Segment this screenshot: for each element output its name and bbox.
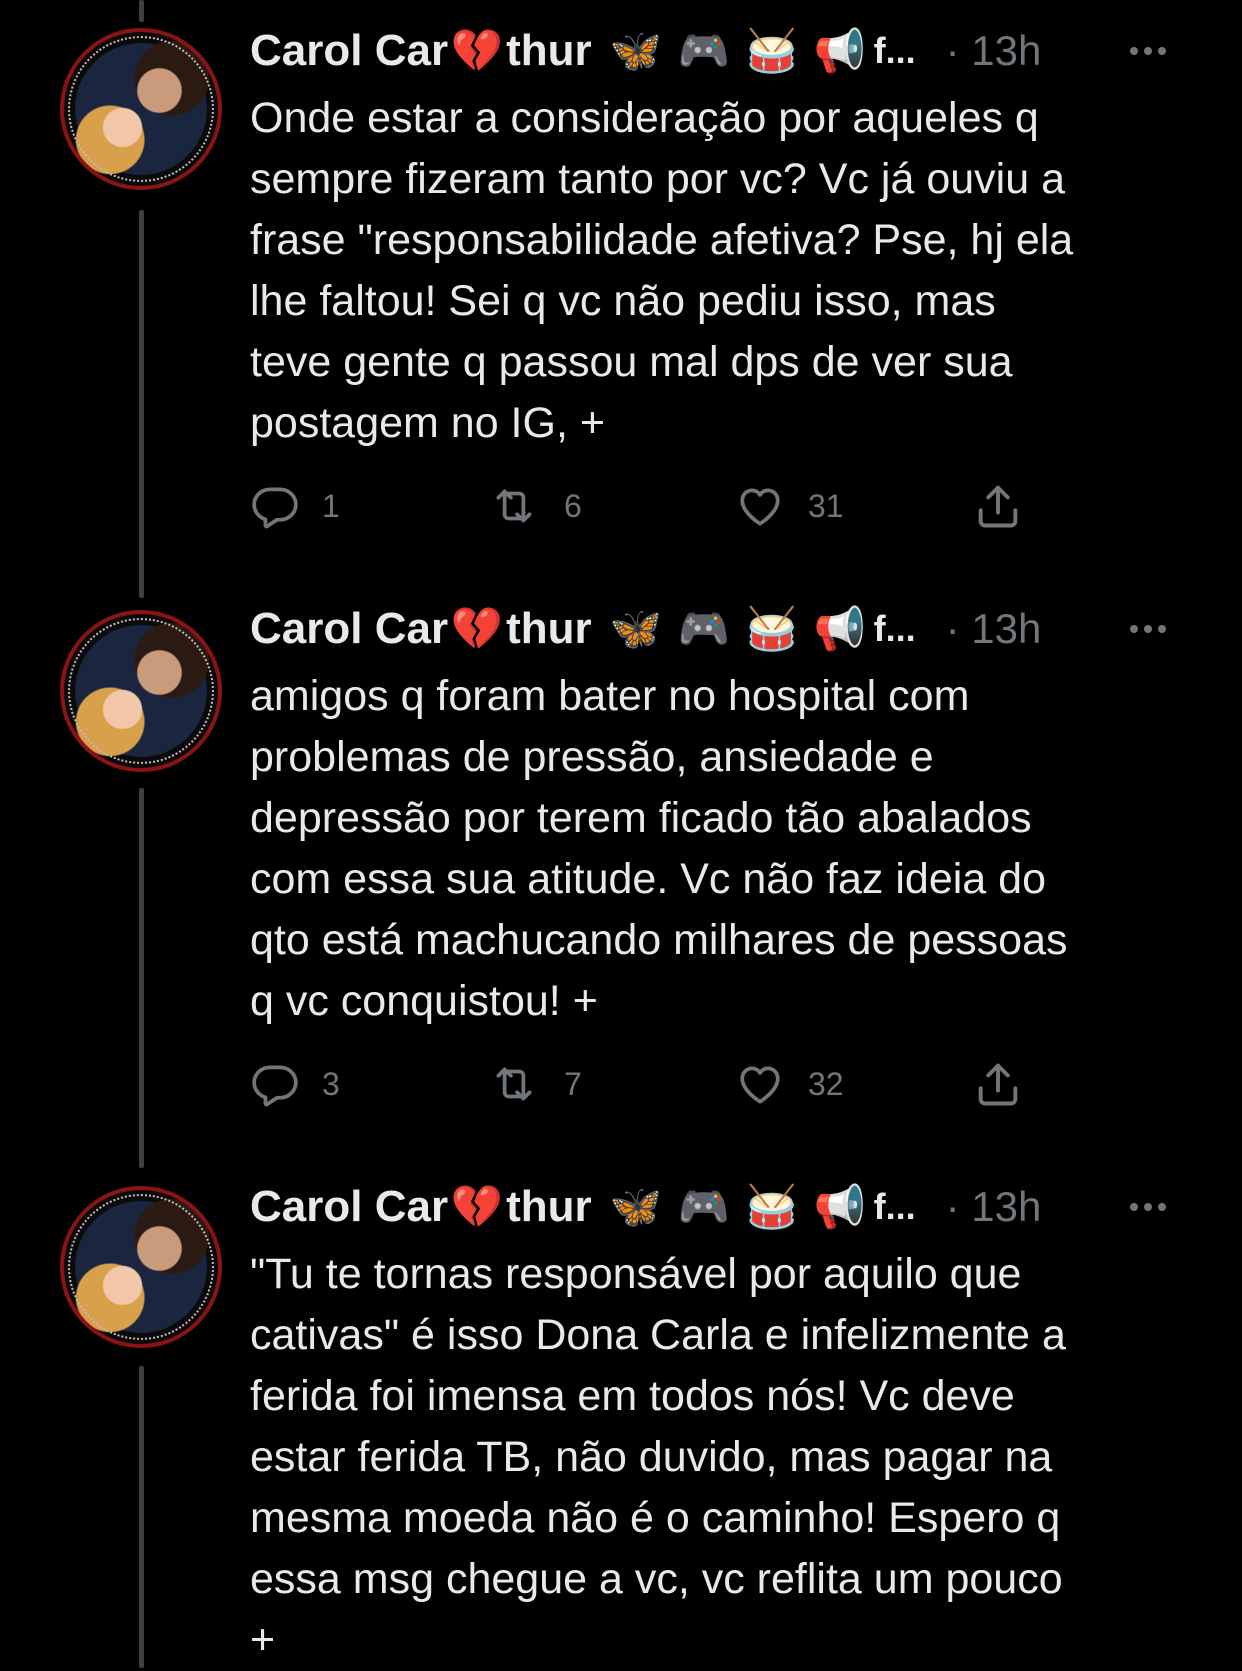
reply-button[interactable]: 3 — [250, 1054, 340, 1114]
author-name-start: Carol Car — [250, 1182, 449, 1231]
share-button[interactable] — [972, 1054, 1024, 1114]
like-count: 32 — [808, 1065, 844, 1102]
megaphone-icon: 📢 — [813, 604, 866, 652]
author-name[interactable]: Carol Car 💔 thur — [250, 604, 592, 654]
tweet-header: Carol Car 💔 thur 🦋 🎮 🥁 📢 f... · 13h — [250, 18, 1041, 84]
avatar[interactable] — [60, 610, 222, 772]
retweet-button[interactable]: 7 — [486, 1054, 582, 1114]
butterfly-icon: 🦋 — [609, 604, 662, 652]
retweet-icon — [496, 489, 532, 523]
thread-line-top — [139, 0, 144, 22]
tweet-2[interactable]: Carol Car 💔 thur 🦋 🎮 🥁 📢 f... · 13h amigos… — [0, 578, 1242, 1168]
drum-icon: 🥁 — [745, 604, 798, 652]
like-button[interactable]: 31 — [734, 476, 844, 536]
retweet-button[interactable]: 6 — [486, 476, 582, 536]
avatar-ring — [68, 618, 214, 764]
more-icon[interactable] — [1130, 596, 1166, 662]
butterfly-icon: 🦋 — [609, 1182, 662, 1230]
tweet-header: Carol Car 💔 thur 🦋 🎮 🥁 📢 f... · 13h — [250, 596, 1041, 662]
tweet-actions: 1 6 31 — [250, 476, 1050, 536]
tweet-1[interactable]: Carol Car 💔 thur 🦋 🎮 🥁 📢 f... · 13h Onde e… — [0, 0, 1242, 598]
author-name[interactable]: Carol Car 💔 thur — [250, 26, 592, 76]
author-name[interactable]: Carol Car 💔 thur — [250, 1182, 592, 1232]
avatar[interactable] — [60, 28, 222, 190]
thread-line — [139, 1366, 144, 1668]
retweet-icon — [496, 1067, 532, 1101]
gamepad-icon: 🎮 — [677, 604, 730, 652]
avatar[interactable] — [60, 1186, 222, 1348]
name-badges: 🦋 🎮 🥁 📢 — [608, 25, 868, 77]
megaphone-icon: 📢 — [813, 1182, 866, 1230]
author-name-end: thur — [506, 604, 592, 653]
tweet-actions: 3 7 32 — [250, 1054, 1050, 1114]
tweet-header: Carol Car 💔 thur 🦋 🎮 🥁 📢 f... · 13h — [250, 1174, 1041, 1240]
name-badges: 🦋 🎮 🥁 📢 — [608, 1181, 868, 1233]
author-name-start: Carol Car — [250, 26, 449, 75]
tweet-time[interactable]: · 13h — [946, 605, 1042, 653]
tweet-time[interactable]: · 13h — [946, 27, 1042, 75]
broken-heart-icon: 💔 — [450, 26, 504, 74]
megaphone-icon: 📢 — [813, 26, 866, 74]
thread-line — [139, 788, 144, 1168]
name-truncation: f... — [873, 608, 916, 649]
thread-line — [139, 210, 144, 598]
avatar-ring — [68, 1194, 214, 1340]
retweet-count: 7 — [564, 1065, 582, 1102]
tweet-3[interactable]: Carol Car 💔 thur 🦋 🎮 🥁 📢 f... · 13h "Tu te… — [0, 1156, 1242, 1668]
like-button[interactable]: 32 — [734, 1054, 844, 1114]
butterfly-icon: 🦋 — [609, 26, 662, 74]
heart-icon — [740, 1066, 780, 1104]
more-icon[interactable] — [1130, 18, 1166, 84]
share-icon — [978, 485, 1018, 528]
tweet-text: "Tu te tornas responsável por aquilo que… — [250, 1250, 1066, 1664]
reply-count: 1 — [322, 487, 340, 524]
reply-icon — [252, 1065, 298, 1107]
reply-count: 3 — [322, 1065, 340, 1102]
tweet-text: Onde estar a consideração por aqueles q … — [250, 94, 1074, 447]
share-icon — [978, 1063, 1018, 1106]
author-name-start: Carol Car — [250, 604, 449, 653]
gamepad-icon: 🎮 — [677, 1182, 730, 1230]
retweet-count: 6 — [564, 487, 582, 524]
like-count: 31 — [808, 487, 844, 524]
name-badges: 🦋 🎮 🥁 📢 — [608, 603, 868, 655]
tweet-time[interactable]: · 13h — [946, 1183, 1042, 1231]
name-truncation: f... — [873, 1186, 916, 1227]
avatar-ring — [68, 36, 214, 182]
drum-icon: 🥁 — [745, 1182, 798, 1230]
reply-button[interactable]: 1 — [250, 476, 340, 536]
reply-icon — [252, 487, 298, 529]
gamepad-icon: 🎮 — [677, 26, 730, 74]
share-button[interactable] — [972, 476, 1024, 536]
author-name-end: thur — [506, 1182, 592, 1231]
heart-icon — [740, 488, 780, 526]
name-truncation: f... — [873, 30, 916, 71]
broken-heart-icon: 💔 — [450, 1182, 504, 1230]
author-name-end: thur — [506, 26, 592, 75]
broken-heart-icon: 💔 — [450, 604, 504, 652]
tweet-text: amigos q foram bater no hospital com pro… — [250, 672, 1068, 1025]
drum-icon: 🥁 — [745, 26, 798, 74]
more-icon[interactable] — [1130, 1174, 1166, 1240]
